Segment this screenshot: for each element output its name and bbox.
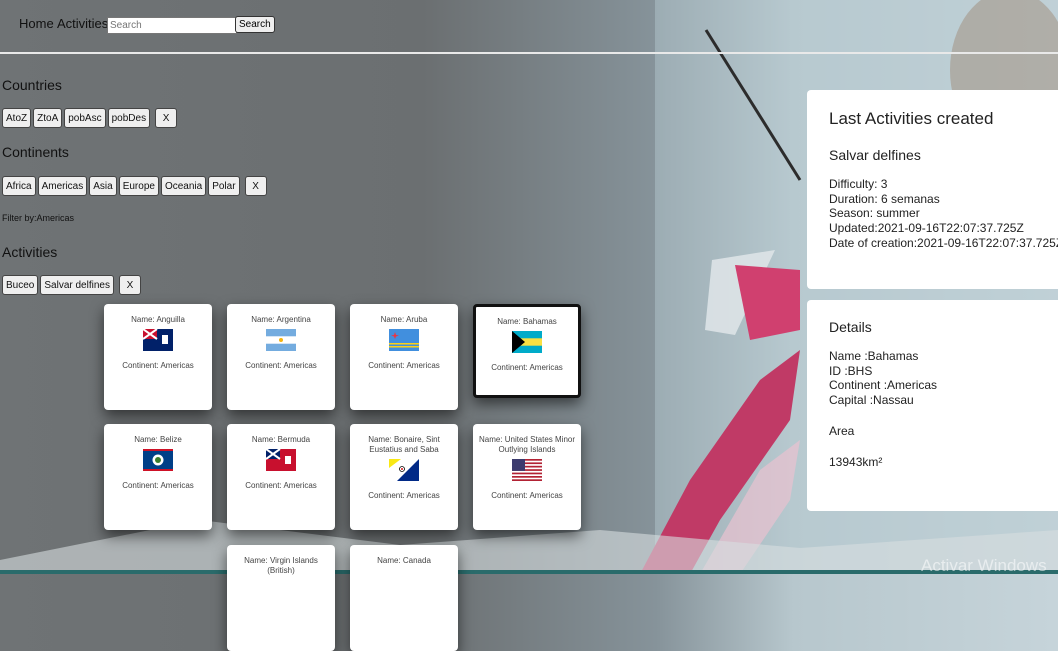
- country-card-canada[interactable]: Name: Canada: [350, 545, 458, 651]
- card-name: Name: Aruba: [380, 315, 428, 324]
- activity-name: Salvar delfines: [829, 147, 921, 163]
- country-card-anguilla[interactable]: Name: Anguilla Continent: Americas: [104, 304, 212, 410]
- card-continent: Continent: Americas: [368, 491, 440, 500]
- continent-americas-button[interactable]: Americas: [37, 176, 88, 196]
- country-card-argentina[interactable]: Name: Argentina Continent: Americas: [227, 304, 335, 410]
- search-button[interactable]: Search: [235, 16, 275, 33]
- details-capital: Capital :Nassau: [829, 393, 914, 408]
- countries-clear-button[interactable]: X: [155, 108, 178, 128]
- continents-title: Continents: [2, 144, 69, 160]
- continent-africa-button[interactable]: Africa: [2, 176, 36, 196]
- activity-duration: Duration: 6 semanas: [829, 191, 940, 206]
- last-activities-panel: Last Activities created Salvar delfines …: [807, 90, 1058, 289]
- top-nav: Home Activities Search: [0, 0, 1058, 54]
- continent-asia-button[interactable]: Asia: [89, 176, 117, 196]
- card-name: Name: Belize: [134, 435, 182, 444]
- activity-season: Season: summer: [829, 206, 920, 221]
- activity-updated: Updated:2021-09-16T22:07:37.725Z: [829, 221, 1024, 236]
- countries-sort-group: AtoZ ZtoA pobAsc pobDes X: [2, 108, 178, 128]
- country-card-virgin-islands-british[interactable]: Name: Virgin Islands (British): [227, 545, 335, 651]
- bermuda-flag-icon: [266, 449, 296, 471]
- nav-activities-link[interactable]: Activities: [57, 16, 108, 31]
- country-card-us-minor-outlying-islands[interactable]: Name: United States Minor Outlying Islan…: [473, 424, 581, 530]
- sort-pobasc-button[interactable]: pobAsc: [64, 108, 106, 128]
- belize-flag-icon: [143, 449, 173, 471]
- nav-home-link[interactable]: Home: [19, 16, 54, 31]
- card-name: Name: Bonaire, Sint Eustatius and Saba: [368, 435, 440, 454]
- details-name: Name :Bahamas: [829, 349, 919, 363]
- activity-difficulty: Difficulty: 3: [829, 177, 888, 191]
- details-continent: Continent :Americas: [829, 378, 938, 393]
- card-name: Name: Canada: [377, 556, 431, 565]
- card-continent: Continent: Americas: [122, 361, 194, 370]
- country-card-aruba[interactable]: Name: Aruba Continent: Americas: [350, 304, 458, 410]
- details-title: Details: [829, 319, 872, 335]
- card-continent: Continent: Americas: [368, 361, 440, 370]
- bahamas-flag-icon: [512, 331, 542, 353]
- search-input[interactable]: [107, 17, 237, 34]
- last-activities-title: Last Activities created: [829, 109, 994, 128]
- card-name: Name: Bermuda: [251, 435, 311, 444]
- country-card-bermuda[interactable]: Name: Bermuda Continent: Americas: [227, 424, 335, 530]
- usa-flag-icon: [512, 459, 542, 481]
- countries-title: Countries: [2, 77, 62, 93]
- activities-filter-group: Buceo Salvar delfines X: [2, 275, 141, 295]
- card-continent: Continent: Americas: [491, 363, 563, 372]
- aruba-flag-icon: [389, 329, 419, 351]
- activities-clear-button[interactable]: X: [118, 275, 141, 295]
- continents-filter-group: Africa Americas Asia Europe Oceania Pola…: [2, 176, 267, 196]
- windows-activation-watermark: Activar Windows: [921, 556, 1047, 575]
- sort-ztoa-button[interactable]: ZtoA: [33, 108, 63, 128]
- sort-atoz-button[interactable]: AtoZ: [2, 108, 32, 128]
- country-card-belize[interactable]: Name: Belize Continent: Americas: [104, 424, 212, 530]
- card-name: Name: United States Minor Outlying Islan…: [478, 435, 576, 454]
- details-area-value: 13943km²: [829, 454, 883, 469]
- card-name: Name: Argentina: [251, 315, 311, 324]
- card-name: Name: Anguilla: [131, 315, 185, 324]
- activity-salvar-delfines-button[interactable]: Salvar delfines: [40, 275, 114, 295]
- activity-created: Date of creation:2021-09-16T22:07:37.725…: [829, 235, 1058, 250]
- argentina-flag-icon: [266, 329, 296, 351]
- continent-europe-button[interactable]: Europe: [118, 176, 159, 196]
- anguilla-flag-icon: [143, 329, 173, 351]
- card-continent: Continent: Americas: [122, 481, 194, 490]
- activity-buceo-button[interactable]: Buceo: [2, 275, 39, 295]
- details-id: ID :BHS: [829, 363, 873, 378]
- card-continent: Continent: Americas: [245, 481, 317, 490]
- bonaire-flag-icon: [389, 459, 419, 481]
- continent-oceania-button[interactable]: Oceania: [160, 176, 207, 196]
- activities-title: Activities: [2, 244, 58, 260]
- card-name: Name: Bahamas: [497, 317, 557, 326]
- sort-pobdes-button[interactable]: pobDes: [107, 108, 151, 128]
- filter-label: Filter by:Americas: [2, 213, 75, 223]
- card-continent: Continent: Americas: [245, 361, 317, 370]
- details-panel: Details Name :Bahamas ID :BHS Continent …: [807, 300, 1058, 511]
- continents-clear-button[interactable]: X: [244, 176, 267, 196]
- country-card-bonaire[interactable]: Name: Bonaire, Sint Eustatius and Saba C…: [350, 424, 458, 530]
- card-continent: Continent: Americas: [491, 491, 563, 500]
- details-area-label: Area: [829, 423, 855, 438]
- card-name: Name: Virgin Islands (British): [244, 556, 318, 575]
- continent-polar-button[interactable]: Polar: [208, 176, 240, 196]
- country-card-bahamas[interactable]: Name: Bahamas Continent: Americas: [473, 304, 581, 398]
